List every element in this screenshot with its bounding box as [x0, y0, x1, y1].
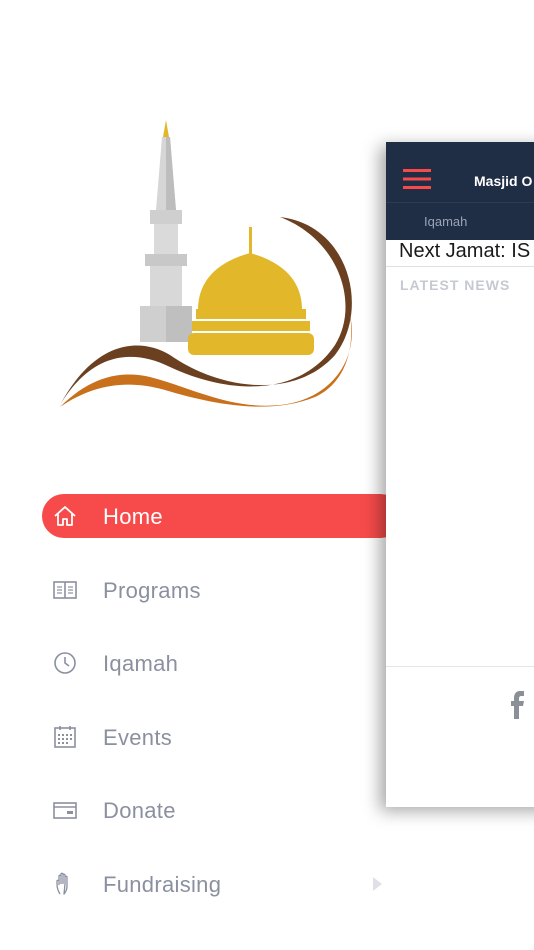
tab-iqamah[interactable]: Iqamah — [424, 214, 467, 229]
menu-item-events[interactable]: Events — [0, 715, 400, 759]
menu-item-home[interactable]: Home — [0, 494, 402, 538]
footer-divider — [386, 666, 534, 667]
tab-bar: Iqamah — [386, 202, 534, 240]
app-title: Masjid O — [474, 173, 533, 189]
menu-item-iqamah[interactable]: Iqamah — [0, 641, 400, 685]
home-icon — [54, 506, 76, 526]
hand-icon — [56, 872, 68, 895]
next-jamat-text: Next Jamat: IS — [399, 240, 531, 262]
calendar-icon — [54, 725, 76, 748]
latest-news-heading: LATEST NEWS — [400, 277, 511, 293]
facebook-icon[interactable] — [508, 690, 528, 720]
clock-icon — [54, 652, 76, 674]
app-header: Masjid O — [386, 142, 534, 202]
menu-label-events: Events — [103, 724, 173, 750]
menu-label-iqamah: Iqamah — [103, 651, 179, 676]
menu-item-programs[interactable]: Programs — [0, 568, 400, 612]
menu-item-donate[interactable]: Donate — [0, 788, 400, 832]
chevron-right-icon — [373, 876, 382, 891]
card-icon — [53, 802, 77, 819]
menu-label-programs: Programs — [103, 577, 201, 603]
side-menu: Home Programs Iqamah Events Donate Fundr… — [0, 494, 402, 935]
menu-label-donate: Donate — [103, 798, 176, 823]
book-icon — [53, 580, 77, 599]
hamburger-menu-icon[interactable] — [403, 168, 431, 190]
menu-item-fundraising[interactable]: Fundraising — [0, 862, 400, 906]
mosque-logo — [60, 120, 352, 407]
menu-label-fundraising: Fundraising — [103, 871, 222, 897]
main-screen[interactable]: Masjid O Iqamah Next Jamat: IS LATEST NE… — [386, 142, 534, 807]
divider — [386, 266, 534, 267]
menu-label-home: Home — [103, 504, 163, 529]
